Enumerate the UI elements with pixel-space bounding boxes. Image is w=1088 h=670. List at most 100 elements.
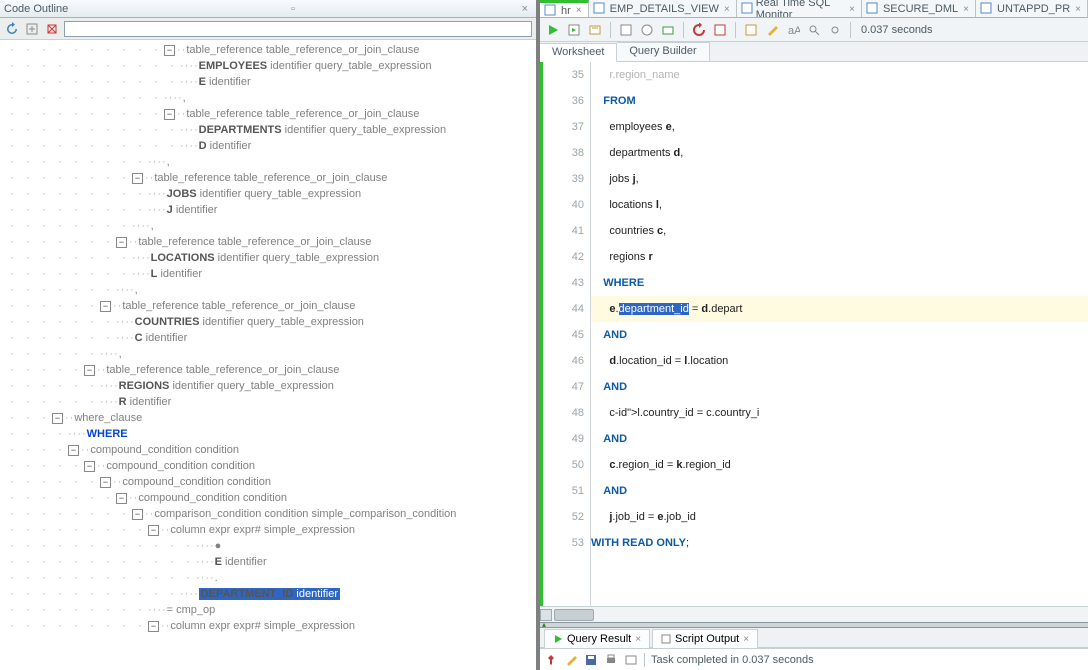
- tree-toggle-icon[interactable]: −: [100, 301, 111, 312]
- tree-node[interactable]: ············LOCATIONS identifier query_t…: [4, 250, 536, 266]
- tree-toggle-icon[interactable]: −: [68, 445, 79, 456]
- code-line[interactable]: WITH READ ONLY;: [591, 530, 1088, 556]
- run-icon[interactable]: [544, 21, 562, 39]
- tree-node[interactable]: ···········,: [4, 282, 536, 298]
- code-line[interactable]: c.region_id = k.region_id: [591, 452, 1088, 478]
- tree-node[interactable]: ·········−··column expr expr# simple_exp…: [4, 522, 536, 538]
- print-icon[interactable]: [604, 653, 618, 667]
- editor-hscrollbar[interactable]: [540, 606, 1088, 622]
- result-tab[interactable]: Script Output×: [652, 629, 758, 648]
- tab-worksheet[interactable]: Worksheet: [540, 43, 617, 62]
- code-line[interactable]: countries c,: [591, 218, 1088, 244]
- sql-editor[interactable]: 35363738394041424344454647484950515253 r…: [540, 62, 1088, 606]
- clear-icon[interactable]: [763, 21, 781, 39]
- tree-node[interactable]: ···············D identifier: [4, 138, 536, 154]
- explain-plan-icon[interactable]: [586, 21, 604, 39]
- tree-node[interactable]: ········WHERE: [4, 426, 536, 442]
- tree-node[interactable]: ·············J identifier: [4, 202, 536, 218]
- tree-node[interactable]: ···············EMPLOYEES identifier quer…: [4, 58, 536, 74]
- tab-close-icon[interactable]: ×: [576, 5, 582, 16]
- rollback-icon[interactable]: [690, 21, 708, 39]
- file-tab[interactable]: hr×: [540, 0, 589, 18]
- tree-toggle-icon[interactable]: −: [132, 173, 143, 184]
- file-tab[interactable]: SECURE_DML×: [862, 0, 976, 18]
- expand-icon[interactable]: [24, 21, 40, 37]
- tree-node[interactable]: ··············,: [4, 90, 536, 106]
- pin-icon[interactable]: [544, 653, 558, 667]
- splitter-grip[interactable]: [540, 622, 1088, 628]
- tree-toggle-icon[interactable]: −: [84, 365, 95, 376]
- tree-toggle-icon[interactable]: −: [148, 621, 159, 632]
- tree-node[interactable]: ·······−··compound_condition condition: [4, 490, 536, 506]
- tree-node[interactable]: ···−··where_clause: [4, 410, 536, 426]
- tree-toggle-icon[interactable]: −: [52, 413, 63, 424]
- tree-node[interactable]: ············,: [4, 218, 536, 234]
- result-tab-close-icon[interactable]: ×: [635, 634, 641, 645]
- code-line[interactable]: WHERE: [591, 270, 1088, 296]
- tree-node[interactable]: ················●: [4, 538, 536, 554]
- tree-node[interactable]: ···············DEPARTMENT_ID identifier: [4, 586, 536, 602]
- code-area[interactable]: r.region_name FROM employees e, departme…: [591, 62, 1088, 606]
- tab-close-icon[interactable]: ×: [963, 4, 969, 15]
- tree-node[interactable]: ···············DEPARTMENTS identifier qu…: [4, 122, 536, 138]
- find-icon[interactable]: [805, 21, 823, 39]
- file-tab[interactable]: Real Time SQL Monitor×: [737, 0, 862, 18]
- code-line[interactable]: j.job_id = e.job_id: [591, 504, 1088, 530]
- buffer-icon[interactable]: [624, 653, 638, 667]
- tab-close-icon[interactable]: ×: [1075, 4, 1081, 15]
- code-line[interactable]: AND: [591, 374, 1088, 400]
- outline-close-icon[interactable]: ×: [518, 3, 532, 15]
- tree-node[interactable]: ····−··compound_condition condition: [4, 442, 536, 458]
- code-line[interactable]: jobs j,: [591, 166, 1088, 192]
- tree-node[interactable]: ······−··compound_condition condition: [4, 474, 536, 490]
- commit-icon[interactable]: [659, 21, 677, 39]
- code-line[interactable]: AND: [591, 426, 1088, 452]
- code-line[interactable]: c-id">l.country_id = c.country_i: [591, 400, 1088, 426]
- code-line[interactable]: AND: [591, 478, 1088, 504]
- sql-tuning-icon[interactable]: [638, 21, 656, 39]
- outline-search-input[interactable]: [64, 21, 532, 37]
- tree-toggle-icon[interactable]: −: [116, 493, 127, 504]
- autotrace-icon[interactable]: [617, 21, 635, 39]
- code-line[interactable]: FROM: [591, 88, 1088, 114]
- tree-node[interactable]: ··········,: [4, 346, 536, 362]
- tree-node[interactable]: ·············= cmp_op: [4, 602, 536, 618]
- scroll-thumb[interactable]: [554, 609, 594, 621]
- tree-toggle-icon[interactable]: −: [84, 461, 95, 472]
- refresh-icon[interactable]: [4, 21, 20, 37]
- outline-tree[interactable]: ··········−··table_reference table_refer…: [0, 40, 536, 670]
- tree-toggle-icon[interactable]: −: [164, 45, 175, 56]
- code-line[interactable]: d.location_id = l.location: [591, 348, 1088, 374]
- tree-node[interactable]: ·············JOBS identifier query_table…: [4, 186, 536, 202]
- code-line[interactable]: e.department_id = d.depart: [591, 296, 1088, 322]
- tree-node[interactable]: ·······−··table_reference table_referenc…: [4, 234, 536, 250]
- tree-node[interactable]: ······−··table_reference table_reference…: [4, 298, 536, 314]
- tab-close-icon[interactable]: ×: [849, 4, 855, 15]
- tree-node[interactable]: ········−··comparison_condition conditio…: [4, 506, 536, 522]
- tab-query-builder[interactable]: Query Builder: [617, 42, 709, 61]
- erase-icon[interactable]: [564, 653, 578, 667]
- unshared-icon[interactable]: [711, 21, 729, 39]
- tree-toggle-icon[interactable]: −: [164, 109, 175, 120]
- sql-history-icon[interactable]: [742, 21, 760, 39]
- result-tab[interactable]: Query Result×: [544, 629, 650, 648]
- settings-icon[interactable]: [826, 21, 844, 39]
- code-line[interactable]: employees e,: [591, 114, 1088, 140]
- tree-node[interactable]: ············L identifier: [4, 266, 536, 282]
- tree-node[interactable]: ·········−··column expr expr# simple_exp…: [4, 618, 536, 634]
- code-line[interactable]: regions r: [591, 244, 1088, 270]
- tree-node[interactable]: ··········REGIONS identifier query_table…: [4, 378, 536, 394]
- result-tab-close-icon[interactable]: ×: [743, 634, 749, 645]
- tree-node[interactable]: ···········C identifier: [4, 330, 536, 346]
- tree-node[interactable]: ········−··table_reference table_referen…: [4, 170, 536, 186]
- file-tab[interactable]: EMP_DETAILS_VIEW×: [589, 0, 737, 18]
- tree-toggle-icon[interactable]: −: [116, 237, 127, 248]
- file-tab[interactable]: UNTAPPD_PR×: [976, 0, 1088, 18]
- tree-toggle-icon[interactable]: −: [132, 509, 143, 520]
- code-line[interactable]: departments d,: [591, 140, 1088, 166]
- tree-node[interactable]: ················.: [4, 570, 536, 586]
- save-icon[interactable]: [584, 653, 598, 667]
- delete-icon[interactable]: [44, 21, 60, 37]
- tree-node[interactable]: ··········R identifier: [4, 394, 536, 410]
- code-line[interactable]: locations l,: [591, 192, 1088, 218]
